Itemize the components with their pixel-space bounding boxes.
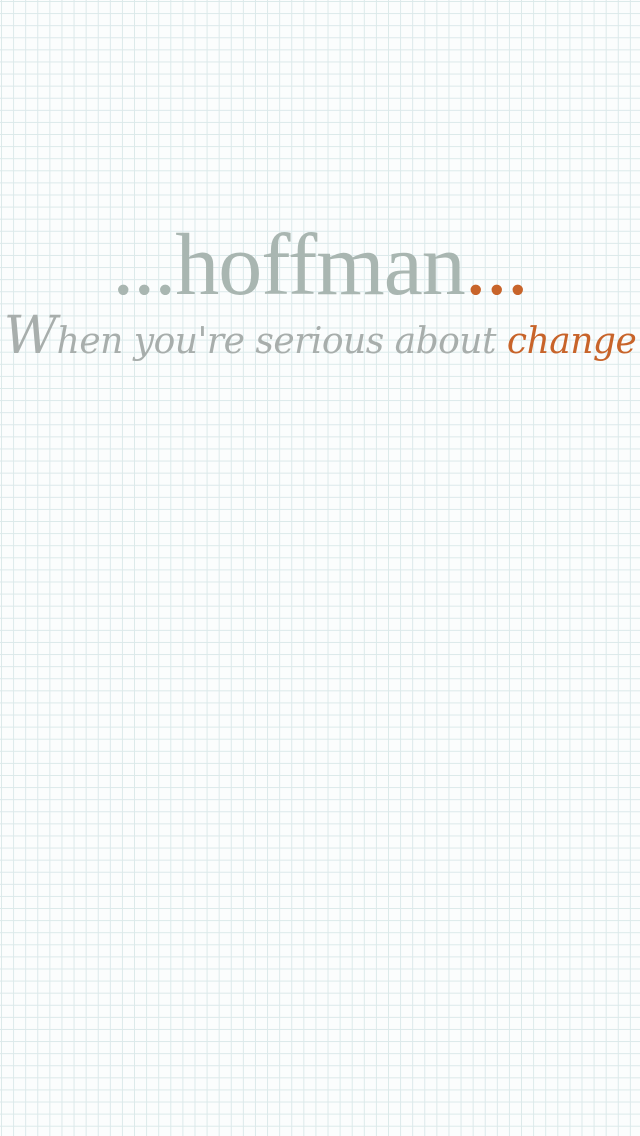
tagline: When you're serious about change	[0, 306, 640, 372]
tagline-text: hen you're serious about	[56, 321, 507, 362]
hoffman-logo: ...hoffman...	[0, 222, 640, 310]
tagline-first-letter: W	[3, 306, 57, 366]
logo-wordmark: hoffman	[175, 217, 466, 314]
logo-lead-dots: ...	[112, 217, 176, 314]
tagline-accent-word: change	[506, 321, 637, 362]
splash-screen: ...hoffman... When you're serious about …	[0, 0, 640, 1136]
logo-trail-dots: ...	[464, 217, 529, 314]
